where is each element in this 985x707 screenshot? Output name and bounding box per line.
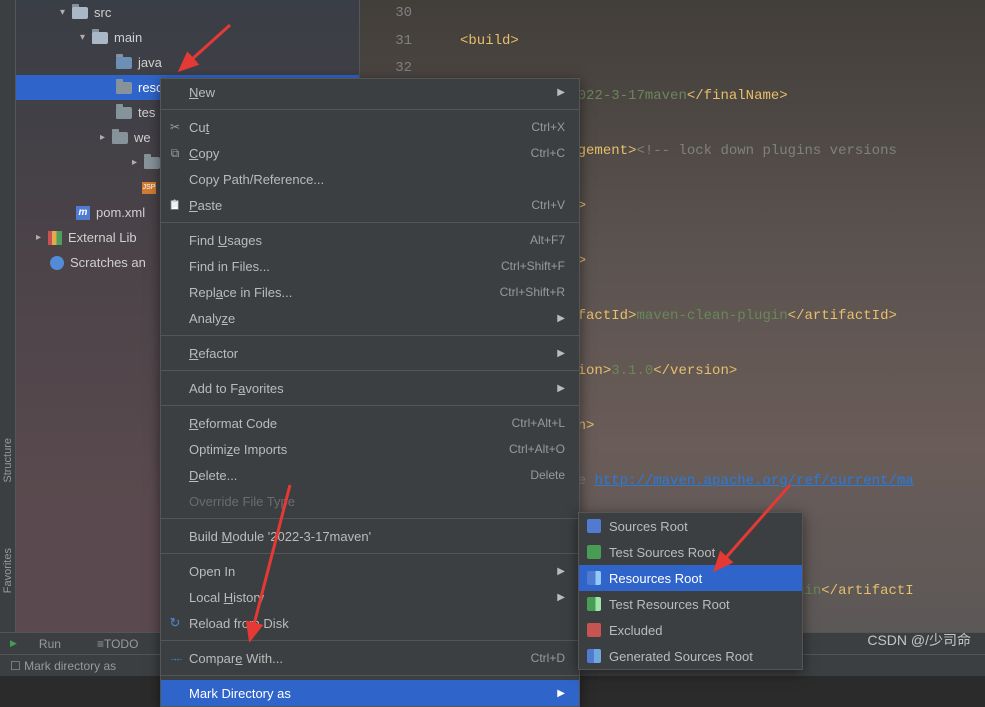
play-icon (10, 638, 21, 649)
reload-icon (167, 615, 183, 631)
jsp-icon: JSP (142, 182, 156, 194)
todo-tool-window-button[interactable]: ≡ TODO (97, 637, 156, 651)
chevron-right-icon: ▸ (36, 232, 48, 243)
tool-window-bar: Structure Favorites (0, 0, 16, 676)
chevron-right-icon: ▶ (557, 566, 565, 577)
submenu-resources-root[interactable]: Resources Root (579, 565, 802, 591)
generated-sources-icon (587, 649, 601, 663)
tree-node-main[interactable]: ▾ main (16, 25, 359, 50)
menu-paste[interactable]: PasteCtrl+V (161, 192, 579, 218)
structure-tab[interactable]: Structure (0, 430, 16, 491)
menu-local-history[interactable]: Local History▶ (161, 584, 579, 610)
folder-icon (112, 132, 128, 144)
paste-icon (167, 197, 183, 213)
test-sources-root-icon (587, 545, 601, 559)
copy-icon (167, 145, 183, 161)
scissors-icon (167, 119, 183, 135)
test-resources-root-icon (587, 597, 601, 611)
chevron-right-icon: ▶ (557, 313, 565, 324)
scratches-icon (50, 256, 64, 270)
excluded-icon (587, 623, 601, 637)
tree-label: pom.xml (96, 205, 145, 220)
folder-icon (72, 7, 88, 19)
tree-label: java (138, 55, 162, 70)
menu-override-file-type: Override File Type (161, 488, 579, 514)
chevron-right-icon: ▶ (557, 383, 565, 394)
folder-icon (116, 82, 132, 94)
chevron-down-icon: ▾ (80, 32, 92, 43)
menu-delete[interactable]: Delete...Delete (161, 462, 579, 488)
chevron-right-icon: ▶ (557, 348, 565, 359)
menu-find-usages[interactable]: Find UsagesAlt+F7 (161, 227, 579, 253)
maven-icon: m (76, 206, 90, 220)
chevron-right-icon: ▶ (557, 688, 565, 699)
menu-refactor[interactable]: Refactor▶ (161, 340, 579, 366)
folder-icon (144, 157, 160, 169)
menu-optimize-imports[interactable]: Optimize ImportsCtrl+Alt+O (161, 436, 579, 462)
menu-mark-directory-as[interactable]: Mark Directory as▶ (161, 680, 579, 706)
mark-directory-submenu: Sources Root Test Sources Root Resources… (578, 512, 803, 670)
menu-analyze[interactable]: Analyze▶ (161, 305, 579, 331)
compare-icon (167, 650, 183, 666)
sources-root-icon (587, 519, 601, 533)
chevron-right-icon: ▶ (557, 592, 565, 603)
menu-replace-in-files[interactable]: Replace in Files...Ctrl+Shift+R (161, 279, 579, 305)
menu-open-in[interactable]: Open In▶ (161, 558, 579, 584)
watermark: CSDN @/少司命 (867, 630, 971, 650)
chevron-right-icon: ▶ (557, 87, 565, 98)
chevron-right-icon: ▸ (100, 132, 112, 143)
submenu-test-sources-root[interactable]: Test Sources Root (579, 539, 802, 565)
menu-compare-with[interactable]: Compare With...Ctrl+D (161, 645, 579, 671)
submenu-generated-sources[interactable]: Generated Sources Root (579, 643, 802, 669)
chevron-right-icon: ▸ (132, 157, 144, 168)
resources-root-icon (587, 571, 601, 585)
menu-reload-from-disk[interactable]: Reload from Disk (161, 610, 579, 636)
menu-copy-path[interactable]: Copy Path/Reference... (161, 166, 579, 192)
status-message: Mark directory as (24, 659, 116, 673)
tree-node-java[interactable]: java (16, 50, 359, 75)
folder-icon (92, 32, 108, 44)
folder-icon (116, 107, 132, 119)
tree-label: Scratches an (70, 255, 146, 270)
submenu-sources-root[interactable]: Sources Root (579, 513, 802, 539)
tree-label: tes (138, 105, 155, 120)
run-tool-window-button[interactable]: Run (10, 637, 79, 651)
source-folder-icon (116, 57, 132, 69)
tree-label: src (94, 5, 111, 20)
tree-node-src[interactable]: ▾ src (16, 0, 359, 25)
favorites-tab[interactable]: Favorites (0, 540, 16, 601)
submenu-test-resources-root[interactable]: Test Resources Root (579, 591, 802, 617)
menu-add-favorites[interactable]: Add to Favorites▶ (161, 375, 579, 401)
library-icon (48, 231, 62, 245)
menu-find-in-files[interactable]: Find in Files...Ctrl+Shift+F (161, 253, 579, 279)
submenu-excluded[interactable]: Excluded (579, 617, 802, 643)
menu-copy[interactable]: CopyCtrl+C (161, 140, 579, 166)
menu-build-module[interactable]: Build Module '2022-3-17maven' (161, 523, 579, 549)
menu-new[interactable]: New▶ (161, 79, 579, 105)
chevron-down-icon: ▾ (60, 7, 72, 18)
tree-label: External Lib (68, 230, 137, 245)
tree-label: main (114, 30, 142, 45)
menu-reformat[interactable]: Reformat CodeCtrl+Alt+L (161, 410, 579, 436)
context-menu: New▶ CutCtrl+X CopyCtrl+C Copy Path/Refe… (160, 78, 580, 707)
tree-label: we (134, 130, 151, 145)
menu-cut[interactable]: CutCtrl+X (161, 114, 579, 140)
